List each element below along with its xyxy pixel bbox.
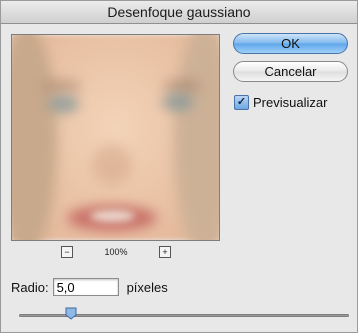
radius-slider-thumb[interactable] xyxy=(65,307,77,320)
zoom-in-button[interactable]: + xyxy=(159,246,171,258)
preview-image[interactable] xyxy=(11,34,220,241)
minus-icon: − xyxy=(64,246,70,257)
preview-checkbox-row[interactable]: ✓ Previsualizar xyxy=(234,95,327,110)
radius-label: Radio: xyxy=(11,279,49,295)
hair-right xyxy=(174,35,219,240)
cancel-button[interactable]: Cancelar xyxy=(233,61,348,82)
eye-left xyxy=(47,95,79,113)
radius-input[interactable] xyxy=(52,278,119,296)
eye-right xyxy=(162,93,194,111)
gaussian-blur-dialog: Desenfoque gaussiano − 100% + OK Cancela… xyxy=(0,0,358,333)
nose xyxy=(92,145,132,185)
ok-button[interactable]: OK xyxy=(233,33,348,54)
plus-icon: + xyxy=(162,246,168,257)
teeth xyxy=(90,210,135,222)
brow-right xyxy=(162,80,202,92)
preview-checkbox[interactable]: ✓ xyxy=(234,95,249,110)
radius-row: Radio: píxeles xyxy=(11,278,168,296)
zoom-level: 100% xyxy=(104,247,128,257)
zoom-out-button[interactable]: − xyxy=(61,246,73,258)
preview-label: Previsualizar xyxy=(253,95,328,110)
brow-left xyxy=(42,80,82,92)
checkmark-icon: ✓ xyxy=(236,96,247,108)
radius-unit: píxeles xyxy=(126,279,168,295)
zoom-controls: − 100% + xyxy=(61,245,171,259)
dialog-title[interactable]: Desenfoque gaussiano xyxy=(1,1,357,24)
